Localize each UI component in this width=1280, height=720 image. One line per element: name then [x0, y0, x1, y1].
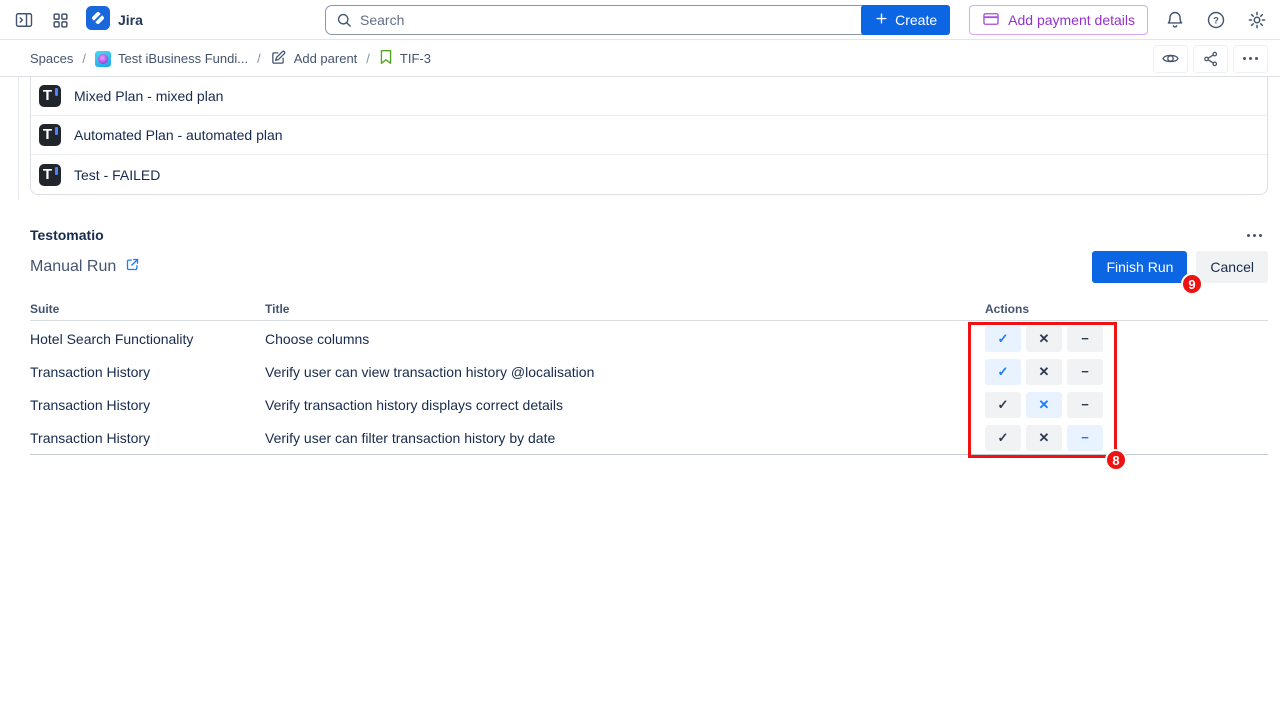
action-skip-button[interactable]: − — [1067, 359, 1103, 385]
edit-icon — [270, 49, 287, 69]
jira-page: Jira Create — [0, 0, 1280, 720]
settings-gear-icon[interactable] — [1243, 6, 1271, 34]
testomatio-icon: T — [39, 164, 61, 186]
credit-card-icon — [982, 10, 1000, 31]
cross-icon: ✕ — [1039, 397, 1050, 413]
action-skip-button[interactable]: − — [1067, 326, 1103, 352]
global-search — [325, 5, 902, 35]
watch-eye-icon[interactable] — [1153, 45, 1188, 73]
page-content: T Mixed Plan - mixed plan T Automated Pl… — [0, 77, 1280, 720]
check-icon: ✓ — [998, 430, 1009, 446]
title-cell: Verify user can filter transaction histo… — [265, 430, 985, 446]
action-pass-button[interactable]: ✓ — [985, 425, 1021, 451]
column-header-title: Title — [265, 302, 985, 320]
minus-icon: − — [1081, 397, 1089, 412]
panel-divider — [18, 77, 19, 200]
breadcrumb: Spaces / Test iBusiness Fundi... / Add p… — [30, 49, 1153, 69]
search-icon — [335, 11, 353, 34]
ellipsis-icon — [1243, 57, 1258, 60]
action-fail-button[interactable]: ✕ — [1026, 359, 1062, 385]
column-header-suite: Suite — [30, 302, 265, 320]
list-item[interactable]: T Test - FAILED — [31, 155, 1267, 194]
breadcrumb-add-parent[interactable]: Add parent — [270, 49, 358, 69]
plan-label: Automated Plan - automated plan — [74, 127, 283, 143]
create-button[interactable]: Create — [861, 5, 950, 35]
action-pass-button[interactable]: ✓ — [985, 326, 1021, 352]
jira-logo-icon — [86, 6, 110, 35]
svg-text:?: ? — [1213, 15, 1219, 25]
cancel-button[interactable]: Cancel — [1196, 251, 1268, 283]
jira-home-link[interactable]: Jira — [86, 6, 143, 35]
table-body: Hotel Search Functionality Choose column… — [30, 322, 1268, 455]
action-skip-button[interactable]: − — [1067, 425, 1103, 451]
cross-icon: ✕ — [1039, 430, 1050, 446]
table-row: Transaction History Verify transaction h… — [30, 388, 1268, 421]
action-fail-button[interactable]: ✕ — [1026, 326, 1062, 352]
breadcrumb-spaces[interactable]: Spaces — [30, 51, 73, 66]
plus-icon — [874, 11, 889, 29]
table-row: Hotel Search Functionality Choose column… — [30, 322, 1268, 355]
action-pass-button[interactable]: ✓ — [985, 392, 1021, 418]
page-more-icon[interactable] — [1233, 45, 1268, 73]
test-plan-list: T Mixed Plan - mixed plan T Automated Pl… — [30, 77, 1268, 195]
breadcrumb-page[interactable]: TIF-3 — [379, 49, 431, 68]
action-fail-button[interactable]: ✕ — [1026, 425, 1062, 451]
suite-cell: Transaction History — [30, 397, 265, 413]
bookmark-icon — [379, 49, 393, 68]
section-title: Testomatio — [30, 227, 104, 243]
column-header-actions: Actions — [985, 302, 1268, 320]
title-cell: Choose columns — [265, 331, 985, 347]
testomatio-icon: T — [39, 85, 61, 107]
title-cell: Verify transaction history displays corr… — [265, 397, 985, 413]
check-icon: ✓ — [998, 364, 1009, 380]
minus-icon: − — [1081, 364, 1089, 379]
minus-icon: − — [1081, 331, 1089, 346]
action-skip-button[interactable]: − — [1067, 392, 1103, 418]
external-link-icon — [125, 257, 140, 272]
add-payment-details-button[interactable]: Add payment details — [969, 5, 1148, 35]
top-bar: Jira Create — [0, 0, 1280, 40]
finish-run-button[interactable]: Finish Run — [1092, 251, 1187, 283]
minus-icon: − — [1081, 430, 1089, 445]
table-row: Transaction History Verify user can filt… — [30, 421, 1268, 454]
run-title-link[interactable]: Manual Run — [30, 258, 140, 276]
plan-label: Mixed Plan - mixed plan — [74, 88, 223, 104]
check-icon: ✓ — [998, 397, 1009, 413]
breadcrumb-bar: Spaces / Test iBusiness Fundi... / Add p… — [0, 41, 1280, 77]
help-icon[interactable]: ? — [1202, 6, 1230, 34]
section-more-icon[interactable] — [1240, 221, 1268, 249]
action-pass-button[interactable]: ✓ — [985, 359, 1021, 385]
testomatio-icon: T — [39, 124, 61, 146]
title-cell: Verify user can view transaction history… — [265, 364, 985, 380]
plan-label: Test - FAILED — [74, 167, 160, 183]
cross-icon: ✕ — [1039, 364, 1050, 380]
app-name: Jira — [118, 12, 143, 28]
share-icon[interactable] — [1193, 45, 1228, 73]
cross-icon: ✕ — [1039, 331, 1050, 347]
list-item[interactable]: T Mixed Plan - mixed plan — [31, 77, 1267, 116]
suite-cell: Transaction History — [30, 364, 265, 380]
breadcrumb-space[interactable]: Test iBusiness Fundi... — [95, 51, 248, 67]
sidebar-toggle-icon[interactable] — [10, 6, 38, 34]
suite-cell: Hotel Search Functionality — [30, 331, 265, 347]
table-header: Suite Title Actions — [30, 302, 1268, 321]
action-fail-button[interactable]: ✕ — [1026, 392, 1062, 418]
suite-cell: Transaction History — [30, 430, 265, 446]
app-switcher-icon[interactable] — [46, 6, 74, 34]
space-avatar-icon — [95, 51, 111, 67]
search-input[interactable] — [325, 5, 902, 35]
table-row: Transaction History Verify user can view… — [30, 355, 1268, 388]
check-icon: ✓ — [998, 331, 1009, 347]
ellipsis-icon — [1247, 234, 1262, 237]
list-item[interactable]: T Automated Plan - automated plan — [31, 116, 1267, 155]
notifications-bell-icon[interactable] — [1161, 6, 1189, 34]
